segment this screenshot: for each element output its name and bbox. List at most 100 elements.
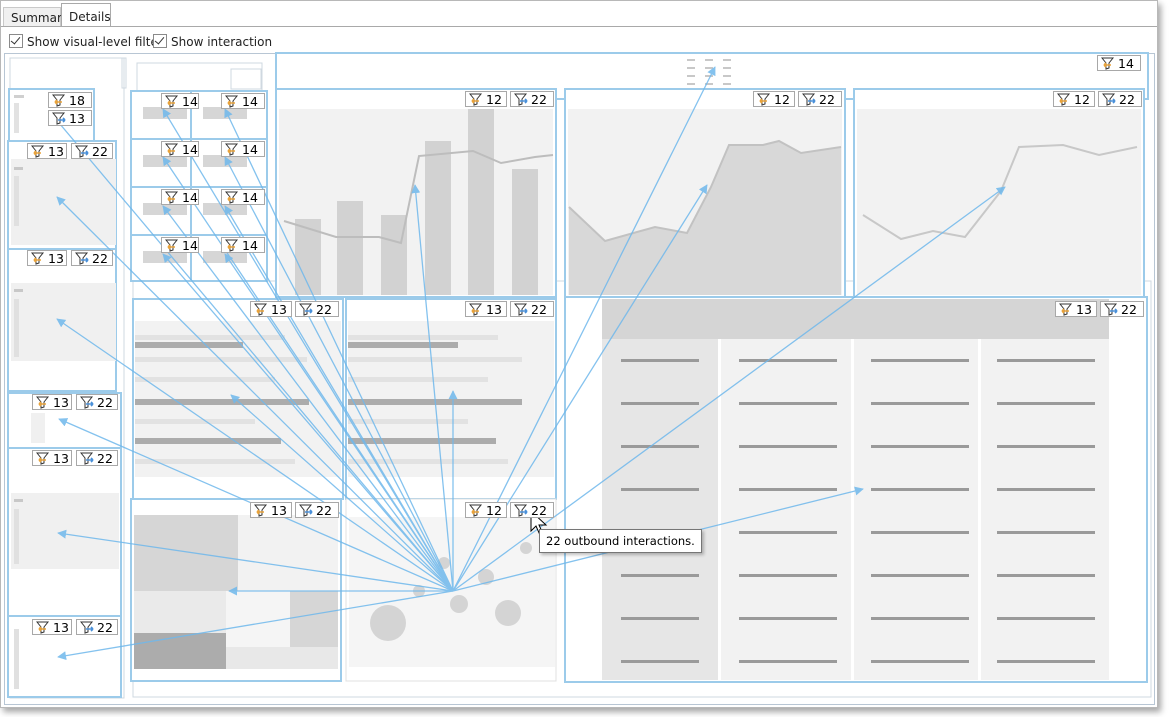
title-filters-badge[interactable]: 14 — [1097, 55, 1141, 71]
slicer-visual-5[interactable] — [7, 447, 122, 617]
area2-filters-badge[interactable]: 12 — [1053, 91, 1095, 107]
slicer1-interactions-badge[interactable]: 13 — [48, 110, 92, 126]
table-cell-placeholder — [997, 402, 1095, 405]
slicer5-filters-badge[interactable]: 13 — [32, 450, 72, 466]
table-cell-placeholder — [621, 402, 699, 405]
card6-filters-badge[interactable]: 14 — [221, 189, 265, 205]
scatter-filters-badge[interactable]: 12 — [465, 502, 507, 518]
combo-filters-badge[interactable]: 12 — [465, 91, 507, 107]
badge-count: 13 — [69, 111, 85, 126]
table-cell-placeholder — [621, 445, 699, 448]
filter-icon — [468, 93, 484, 110]
filter-icon — [51, 94, 67, 111]
table-cell-placeholder — [739, 488, 837, 491]
badge-count: 18 — [69, 93, 85, 108]
filter-icon — [164, 239, 180, 256]
filter-icon — [468, 504, 484, 521]
badge-count: 13 — [53, 395, 69, 410]
interaction-filter-icon — [801, 93, 817, 110]
table-cell-placeholder — [739, 359, 837, 362]
filter-icon — [30, 145, 46, 162]
filter-icon — [1056, 93, 1072, 110]
interaction-tooltip: 22 outbound interactions. — [539, 529, 702, 553]
card8-filters-badge[interactable]: 14 — [221, 237, 265, 253]
badge-count: 22 — [316, 302, 332, 317]
interaction-filter-icon — [1103, 303, 1119, 320]
table-visual[interactable] — [564, 296, 1148, 683]
interaction-filter-icon — [298, 303, 314, 320]
bar2-filters-badge[interactable]: 13 — [465, 301, 507, 317]
interaction-filter-icon — [513, 93, 529, 110]
badge-count: 13 — [53, 451, 69, 466]
filter-icon — [253, 303, 269, 320]
badge-count: 22 — [1121, 302, 1137, 317]
card4-filters-badge[interactable]: 14 — [221, 141, 265, 157]
area1-filters-badge[interactable]: 12 — [753, 91, 795, 107]
card1-filters-badge[interactable]: 14 — [161, 93, 199, 109]
area2-interactions-badge[interactable]: 22 — [1098, 91, 1142, 107]
badge-count: 14 — [182, 94, 198, 109]
slicer3-filters-badge[interactable]: 13 — [27, 250, 67, 266]
card7-filters-badge[interactable]: 14 — [161, 237, 199, 253]
table-cell-placeholder — [871, 359, 969, 362]
badge-count: 22 — [531, 92, 547, 107]
report-details-window: Summary Details Show visual-level filter… — [0, 0, 1158, 708]
slicer-visual-3[interactable] — [7, 248, 117, 392]
treemap-interactions-badge[interactable]: 22 — [295, 502, 339, 518]
interaction-filter-icon — [1101, 93, 1117, 110]
table-cell-placeholder — [997, 531, 1095, 534]
card5-filters-badge[interactable]: 14 — [161, 189, 199, 205]
table-cell-placeholder — [739, 660, 837, 663]
table-cell-placeholder — [871, 402, 969, 405]
table-cell-placeholder — [997, 359, 1095, 362]
interaction-filter-icon — [79, 621, 95, 638]
slicer1-filters-badge[interactable]: 18 — [48, 92, 92, 108]
area1-interactions-badge[interactable]: 22 — [798, 91, 842, 107]
table-cell-placeholder — [621, 574, 699, 577]
treemap-filters-badge[interactable]: 13 — [250, 502, 292, 518]
scatter-interactions-badge[interactable]: 22 — [510, 502, 554, 518]
bar-chart-visual-1[interactable] — [132, 298, 344, 500]
slicer2-filters-badge[interactable]: 13 — [27, 143, 67, 159]
table-cell-placeholder — [739, 531, 837, 534]
slicer6-filters-badge[interactable]: 13 — [32, 619, 72, 635]
table-cell-placeholder — [997, 574, 1095, 577]
bar2-interactions-badge[interactable]: 22 — [510, 301, 554, 317]
bar-chart-visual-2[interactable] — [345, 298, 557, 500]
table-interactions-badge[interactable]: 22 — [1100, 301, 1144, 317]
badge-count: 12 — [1074, 92, 1090, 107]
slicer3-interactions-badge[interactable]: 22 — [71, 250, 113, 266]
interaction-filter-icon — [74, 145, 90, 162]
badge-count: 14 — [182, 142, 198, 157]
badge-count: 14 — [1118, 56, 1134, 71]
combo-interactions-badge[interactable]: 22 — [510, 91, 554, 107]
badge-count: 13 — [271, 503, 287, 518]
table-cell-placeholder — [871, 531, 969, 534]
badge-count: 22 — [92, 144, 108, 159]
slicer5-interactions-badge[interactable]: 22 — [76, 450, 118, 466]
badge-count: 22 — [1119, 92, 1135, 107]
badge-count: 13 — [1076, 302, 1092, 317]
table-cell-placeholder — [739, 402, 837, 405]
filter-icon — [468, 303, 484, 320]
slicer2-interactions-badge[interactable]: 22 — [71, 143, 113, 159]
card2-filters-badge[interactable]: 14 — [221, 93, 265, 109]
interaction-filter-icon — [79, 396, 95, 413]
table-filters-badge[interactable]: 13 — [1055, 301, 1097, 317]
treemap-visual[interactable] — [130, 498, 342, 682]
card3-filters-badge[interactable]: 14 — [161, 141, 199, 157]
table-cell-placeholder — [997, 660, 1095, 663]
filter-icon — [253, 504, 269, 521]
bar1-filters-badge[interactable]: 13 — [250, 301, 292, 317]
filter-icon — [164, 143, 180, 160]
slicer4-filters-badge[interactable]: 13 — [32, 394, 72, 410]
badge-count: 14 — [182, 190, 198, 205]
table-cell-placeholder — [871, 617, 969, 620]
slicer4-interactions-badge[interactable]: 22 — [76, 394, 118, 410]
area-chart-visual-1[interactable] — [564, 88, 846, 298]
badge-count: 22 — [92, 251, 108, 266]
slicer6-interactions-badge[interactable]: 22 — [76, 619, 118, 635]
interaction-filter-icon — [74, 252, 90, 269]
table-cell-placeholder — [871, 445, 969, 448]
bar1-interactions-badge[interactable]: 22 — [295, 301, 339, 317]
